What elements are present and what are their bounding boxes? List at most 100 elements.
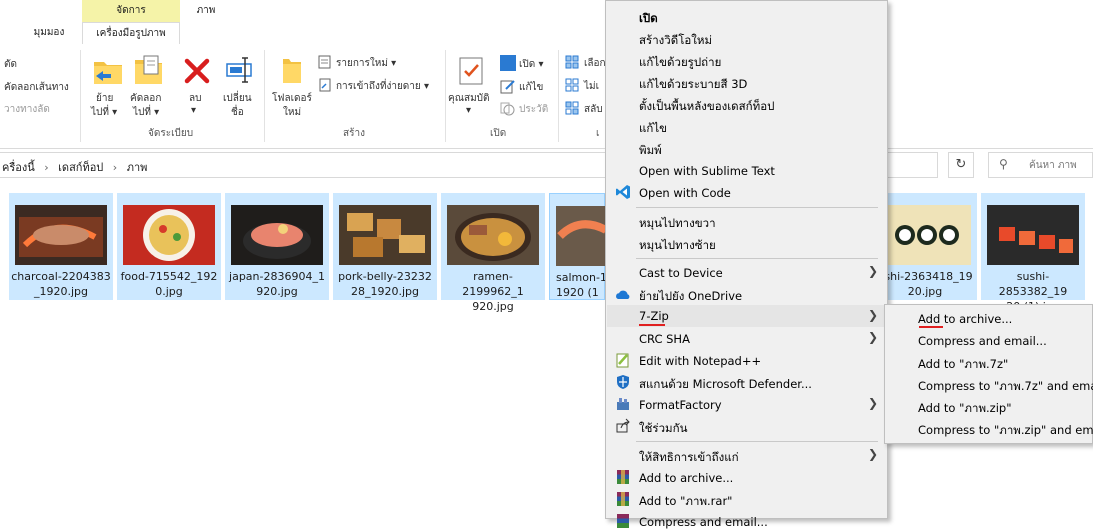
file-item[interactable]: pork-belly-23232 28_1920.jpg <box>333 193 437 300</box>
move-to-button[interactable]: ย้าย ไปที่ ▾ <box>89 54 125 118</box>
new-folder-label-2: ใหม่ <box>283 107 302 118</box>
new-folder-button[interactable]: โฟลเดอร์ ใหม่ <box>270 54 316 118</box>
menu-item-new-video[interactable]: สร้างวิดีโอใหม่ <box>639 32 712 50</box>
menu-item-rotate-left[interactable]: หมุนไปทางซ้าย <box>639 237 716 255</box>
menu-item-move-to-onedrive[interactable]: ย้ายไปยัง OneDrive <box>639 288 742 306</box>
file-item[interactable]: salmon-1 1920 (1 <box>549 193 607 300</box>
easy-access-button[interactable]: การเข้าถึงที่ง่ายดาย ▾ <box>336 79 429 94</box>
cut-button[interactable]: ตัด <box>4 57 17 72</box>
menu-item-open[interactable]: เปิด <box>639 10 658 28</box>
move-to-label-2: ไปที่ ▾ <box>91 107 118 118</box>
chevron-right-icon: › <box>44 161 49 174</box>
submenu-item-add-zip[interactable]: Add to "ภาพ.zip" <box>918 400 1012 418</box>
file-item[interactable]: ushi-2363418_19 20.jpg <box>873 193 977 300</box>
menu-item-open-code[interactable]: Open with Code <box>639 186 731 200</box>
file-item[interactable]: japan-2836904_1 920.jpg <box>225 193 329 300</box>
menu-item-edit[interactable]: แก้ไข <box>639 120 667 138</box>
menu-item-edit-photos[interactable]: แก้ไขด้วยรูปถ่าย <box>639 54 721 72</box>
file-name: ramen-2199962_1 920.jpg <box>462 270 524 313</box>
new-item-button[interactable]: รายการใหม่ ▾ <box>336 56 396 71</box>
submenu-item-compress-email[interactable]: Compress and email... <box>918 334 1047 348</box>
menu-item-give-access[interactable]: ให้สิทธิการเข้าถึงแก่ <box>639 449 739 467</box>
copy-to-button[interactable]: คัดลอก ไปที่ ▾ <box>128 54 168 118</box>
notepadpp-icon <box>616 353 629 368</box>
copy-to-icon <box>135 55 162 84</box>
menu-item-print[interactable]: พิมพ์ <box>639 142 662 160</box>
chevron-right-icon: ❯ <box>868 308 879 322</box>
menu-item-set-background[interactable]: ตั้งเป็นพื้นหลังของเดสก์ท็อป <box>639 98 774 116</box>
file-thumbnail <box>339 205 431 265</box>
breadcrumb-desktop[interactable]: เดสก์ท็อป <box>58 161 103 174</box>
chevron-right-icon: ❯ <box>868 396 879 410</box>
menu-item-7zip[interactable]: 7-Zip <box>639 309 669 323</box>
tab-picture-tools[interactable]: เครื่องมือรูปภาพ <box>82 22 180 44</box>
new-folder-label-1: โฟลเดอร์ <box>272 93 312 104</box>
menu-separator <box>636 441 878 442</box>
submenu-item-add-7z[interactable]: Add to "ภาพ.7z" <box>918 356 1008 374</box>
file-item[interactable]: ramen-2199962_1 920.jpg <box>441 193 545 313</box>
chevron-right-icon: ❯ <box>868 330 879 344</box>
defender-shield-icon <box>617 375 629 389</box>
open-button[interactable]: เปิด ▾ <box>519 57 543 72</box>
breadcrumb-pictures[interactable]: ภาพ <box>127 161 148 174</box>
refresh-button[interactable]: ↻ <box>948 152 974 178</box>
menu-item-crc-sha[interactable]: CRC SHA <box>639 332 690 346</box>
annotation-underline <box>639 324 665 326</box>
menu-item-formatfactory[interactable]: FormatFactory <box>639 398 722 412</box>
context-menu: เปิด สร้างวิดีโอใหม่ แก้ไขด้วยรูปถ่าย แก… <box>605 0 888 529</box>
file-item[interactable]: food-715542_192 0.jpg <box>117 193 221 300</box>
submenu-item-compress-7z-email[interactable]: Compress to "ภาพ.7z" and email <box>918 378 1093 396</box>
formatfactory-icon <box>617 398 629 410</box>
menu-separator <box>636 258 878 259</box>
menu-item-winrar-add-rar[interactable]: Add to "ภาพ.rar" <box>639 493 732 511</box>
delete-label-1: ลบ <box>189 93 202 104</box>
search-input[interactable]: ⚲ ค้นหา ภาพ <box>988 152 1093 178</box>
move-to-icon <box>94 62 122 84</box>
file-thumbnail <box>447 205 539 265</box>
submenu-item-compress-zip-email[interactable]: Compress to "ภาพ.zip" and email <box>918 422 1093 440</box>
menu-item-share[interactable]: ใช้ร่วมกัน <box>639 420 687 438</box>
delete-button[interactable]: ลบ ▾ <box>180 54 214 116</box>
tab-view[interactable]: มุมมอง <box>26 22 72 44</box>
chevron-right-icon: ❯ <box>868 447 879 461</box>
chevron-right-icon: › <box>112 161 118 174</box>
file-thumbnail <box>15 205 107 265</box>
easy-access-icon <box>318 78 332 92</box>
paste-shortcut-button[interactable]: วางทางลัด <box>4 102 50 117</box>
menu-item-edit-paint3d[interactable]: แก้ไขด้วยระบายสี 3D <box>639 76 747 94</box>
submenu-item-add-archive[interactable]: Add to archive... <box>918 312 1012 326</box>
file-item[interactable]: sushi-2853382_1920 (1).jpg <box>981 193 1085 313</box>
copy-to-label-1: คัดลอก <box>130 93 162 104</box>
menu-item-rotate-right[interactable]: หมุนไปทางขวา <box>639 215 716 233</box>
invert-selection-button[interactable]: สลับ <box>584 102 603 117</box>
file-thumbnail <box>231 205 323 265</box>
copy-path-button[interactable]: คัดลอกเส้นทาง <box>4 80 69 95</box>
menu-item-edit-notepadpp[interactable]: Edit with Notepad++ <box>639 354 761 368</box>
file-thumbnail <box>123 205 215 265</box>
file-item[interactable]: charcoal-2204383 _1920.jpg <box>9 193 113 300</box>
breadcrumb-this-pc[interactable]: ครื่องนี้ <box>2 161 35 174</box>
select-none-icon <box>565 78 579 92</box>
select-all-button[interactable]: เลือก <box>584 56 606 71</box>
properties-button[interactable]: คุณสมบัติ ▾ <box>448 54 496 118</box>
edit-button[interactable]: แก้ไข <box>519 80 543 95</box>
winrar-icon <box>617 492 629 506</box>
menu-item-open-sublime[interactable]: Open with Sublime Text <box>639 164 775 178</box>
menu-item-scan-defender[interactable]: สแกนด้วย Microsoft Defender... <box>639 376 812 394</box>
menu-item-winrar-compress-email[interactable]: Compress and email... <box>639 515 768 529</box>
rename-icon <box>226 57 252 83</box>
file-thumbnail <box>879 205 971 265</box>
history-button[interactable]: ประวัติ <box>519 102 548 117</box>
select-none-button[interactable]: ไม่เ <box>584 79 599 94</box>
refresh-icon: ↻ <box>955 157 967 172</box>
menu-item-winrar-add-archive[interactable]: Add to archive... <box>639 471 733 485</box>
share-icon <box>616 418 630 433</box>
organize-group-label: จัดระเบียบ <box>148 128 194 139</box>
menu-item-cast-to-device[interactable]: Cast to Device <box>639 266 723 280</box>
rename-button[interactable]: เปลี่ยน ชื่อ <box>220 54 260 118</box>
ribbon-divider <box>264 50 265 142</box>
file-name: japan-2836904_1 920.jpg <box>229 270 325 298</box>
folder-icon <box>283 59 301 83</box>
context-tab-group-manage: จัดการ <box>82 0 180 22</box>
rename-label-2: ชื่อ <box>231 107 244 118</box>
